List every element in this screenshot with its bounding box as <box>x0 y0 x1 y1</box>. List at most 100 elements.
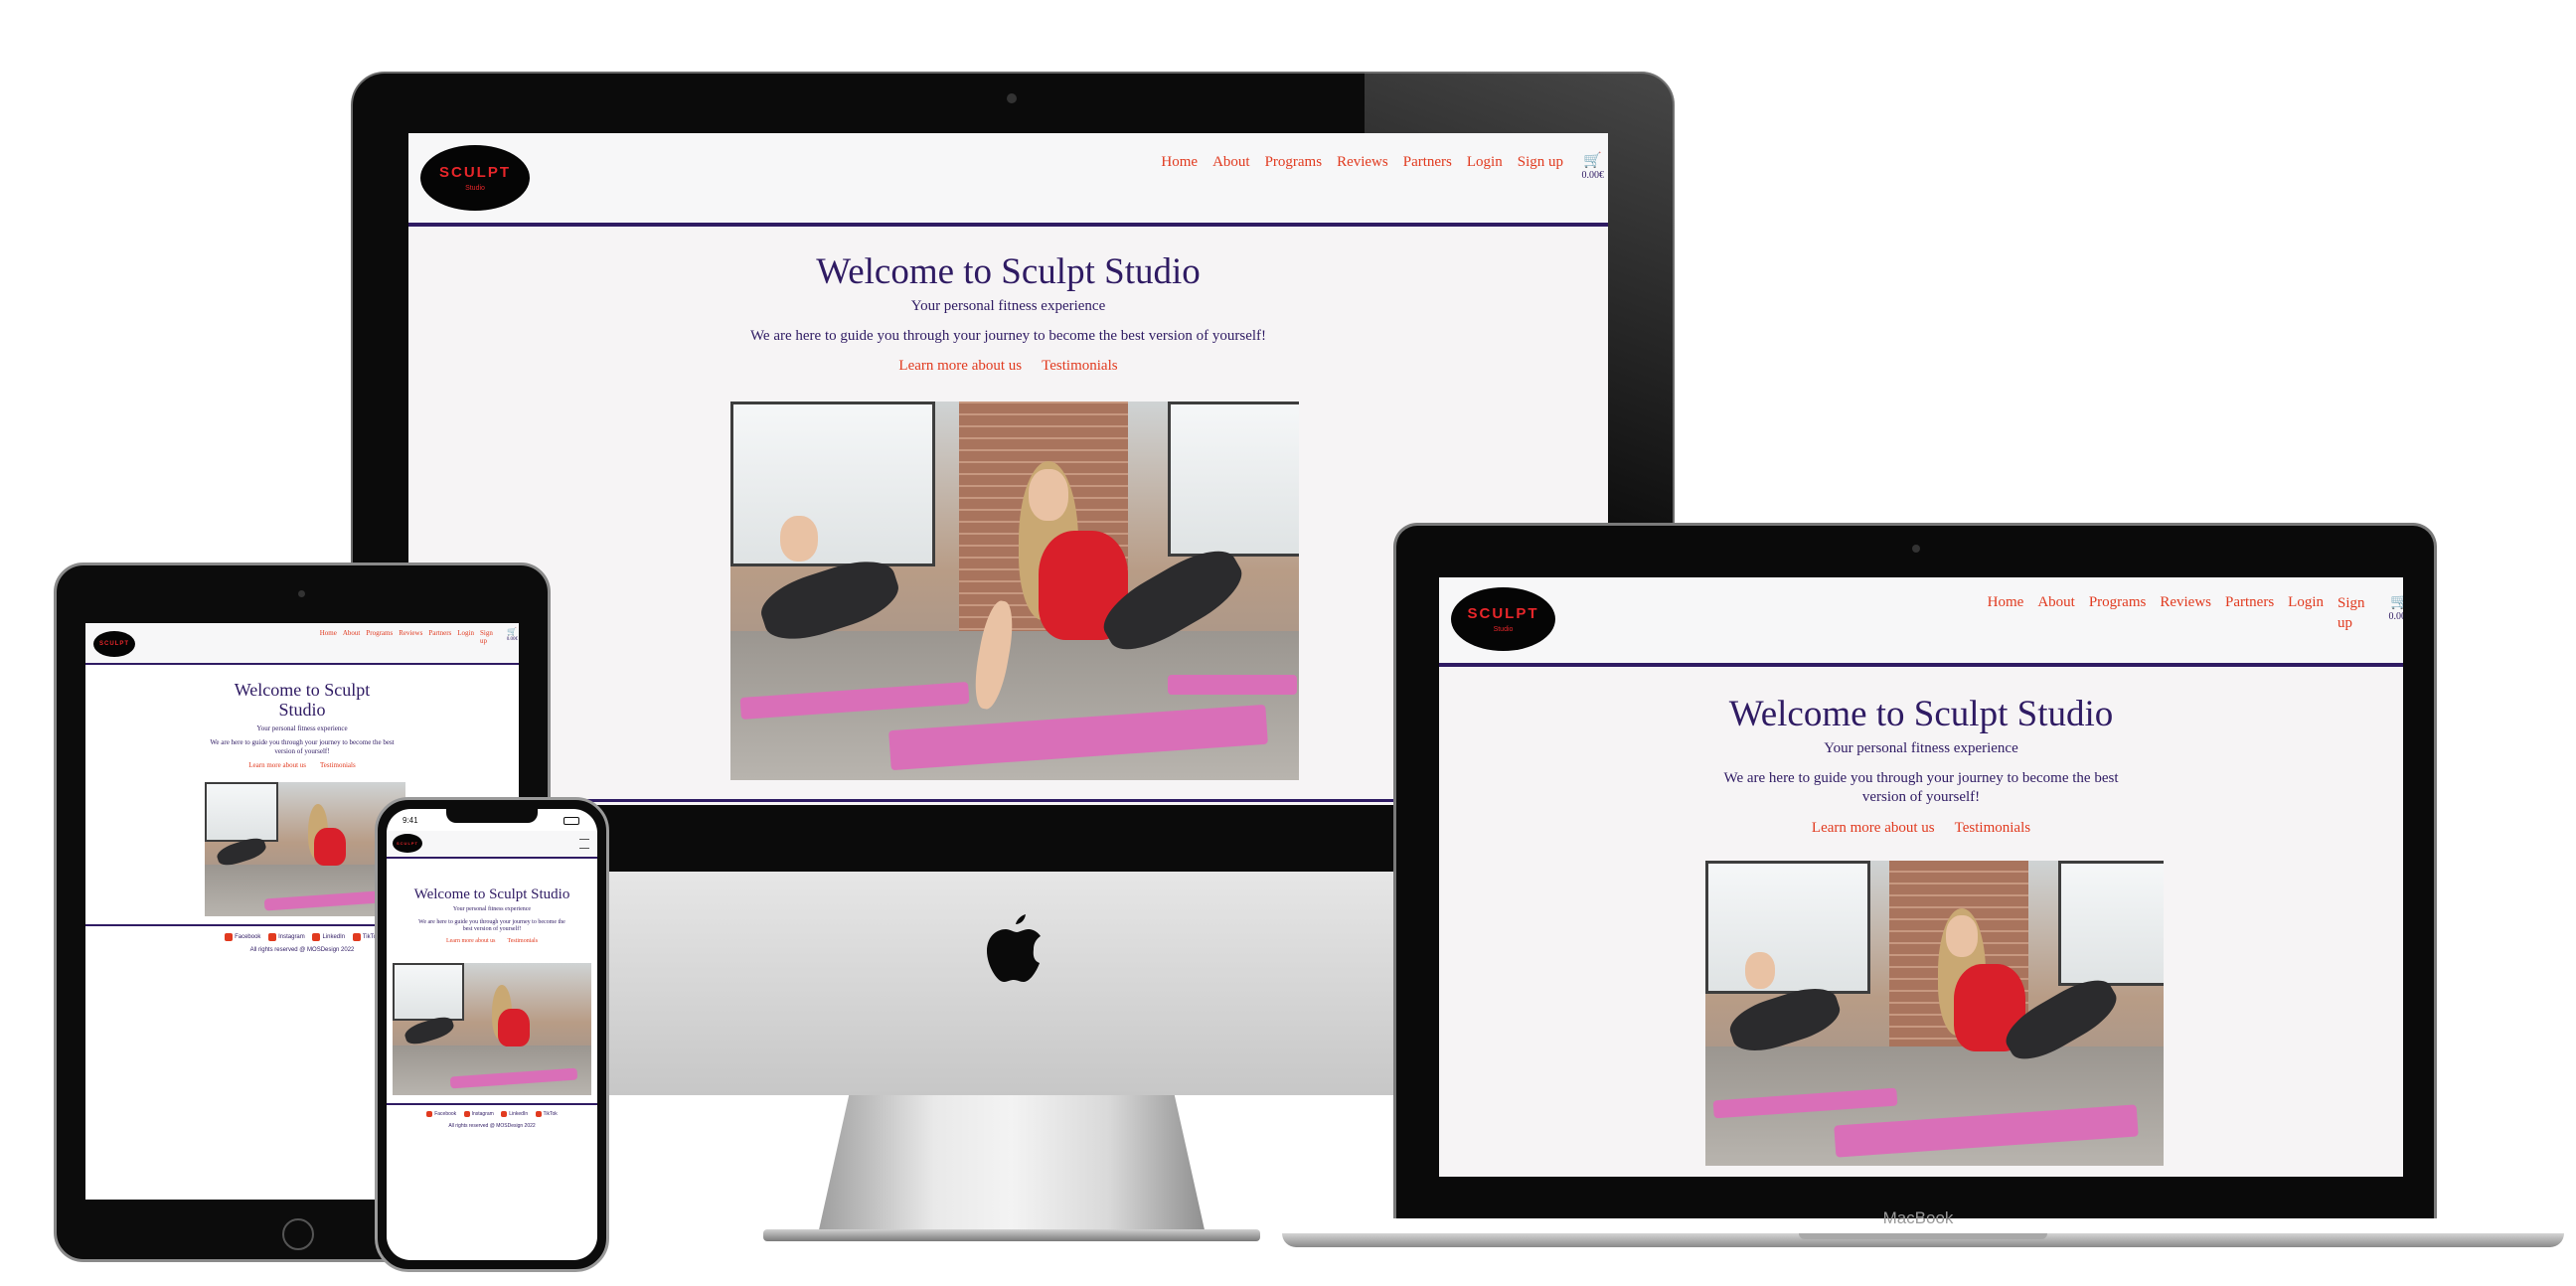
nav-signup[interactable]: Sign up <box>1518 154 1563 171</box>
nav-links: Home About Programs Reviews Partners Log… <box>1988 594 2367 633</box>
page-subtitle: Your personal fitness experience <box>1824 739 2018 756</box>
laptop-screen: SCULPT Studio Home About Programs Review… <box>1439 577 2403 1177</box>
phone-notch <box>446 809 538 823</box>
page-subtitle: Your personal fitness experience <box>452 905 532 912</box>
cart-icon: 🛒 <box>507 627 518 636</box>
cart-button[interactable]: 🛒 0.00€ <box>506 627 518 642</box>
nav-reviews[interactable]: Reviews <box>2160 594 2211 633</box>
hero-image <box>1705 861 2164 1166</box>
learn-more-link[interactable]: Learn more about us <box>1812 820 1935 837</box>
nav-programs[interactable]: Programs <box>1265 154 1323 171</box>
site-navbar: SCULPT Studio Home About Programs Review… <box>408 133 1608 227</box>
testimonials-link[interactable]: Testimonials <box>507 938 538 944</box>
hero-links: Learn more about us Testimonials <box>408 358 1608 375</box>
tablet-home-button[interactable] <box>282 1218 314 1250</box>
nav-login[interactable]: Login <box>2288 594 2324 633</box>
page-title: Welcome to Sculpt Studio <box>234 680 371 720</box>
logo-text: SCULPT <box>439 163 511 181</box>
hamburger-menu-icon[interactable] <box>579 839 589 849</box>
cart-button[interactable]: 🛒 0.00€ <box>2389 594 2404 622</box>
battery-icon <box>564 817 579 825</box>
page-title: Welcome to Sculpt Studio <box>816 251 1201 292</box>
learn-more-link[interactable]: Learn more about us <box>898 358 1022 375</box>
page-description: We are here to guide you through your jo… <box>418 918 565 933</box>
instagram-link[interactable]: Instagram <box>268 933 305 941</box>
copyright: All rights reserved @ MOSDesign 2022 <box>448 1123 536 1129</box>
nav-reviews[interactable]: Reviews <box>399 629 422 645</box>
site-logo[interactable]: SCULPT Studio <box>420 145 530 211</box>
phone-screen: 9:41 SCULPT Welcome to Sculpt Studio You… <box>387 809 597 1260</box>
nav-partners[interactable]: Partners <box>2225 594 2274 633</box>
nav-home[interactable]: Home <box>1161 154 1198 171</box>
instagram-icon <box>268 933 277 941</box>
nav-partners[interactable]: Partners <box>1403 154 1452 171</box>
nav-partners[interactable]: Partners <box>428 629 451 645</box>
nav-signup[interactable]: Sign up <box>2337 594 2367 633</box>
linkedin-icon <box>501 1111 508 1117</box>
laptop-brand-label: MacBook <box>1882 1208 1954 1227</box>
cart-icon: 🛒 <box>2390 594 2403 610</box>
hero-links: Learn more about us Testimonials <box>85 761 519 769</box>
hero-section: Welcome to Sculpt Studio Your personal f… <box>1439 694 2403 837</box>
nav-login[interactable]: Login <box>1467 154 1503 171</box>
testimonials-link[interactable]: Testimonials <box>320 761 356 769</box>
nav-signup[interactable]: Sign up <box>480 629 494 645</box>
imac-stand <box>818 1095 1206 1234</box>
logo-text: SCULPT <box>397 840 418 846</box>
instagram-link[interactable]: Instagram <box>463 1111 494 1117</box>
tablet-camera <box>298 590 305 597</box>
laptop-camera <box>1912 545 1920 553</box>
page-title: Welcome to Sculpt Studio <box>1728 694 2114 734</box>
hero-section: Welcome to Sculpt Studio Your personal f… <box>387 886 597 944</box>
site-logo[interactable]: SCULPT <box>93 631 135 657</box>
tiktok-link[interactable]: TikTok <box>535 1111 558 1117</box>
nav-home[interactable]: Home <box>320 629 337 645</box>
page-description: We are here to guide you through your jo… <box>210 737 395 756</box>
nav-reviews[interactable]: Reviews <box>1337 154 1388 171</box>
site-logo[interactable]: SCULPT Studio <box>1451 587 1555 651</box>
cart-icon: 🛒 <box>1583 153 1603 169</box>
imac-camera <box>1007 93 1017 103</box>
testimonials-link[interactable]: Testimonials <box>1955 820 2030 837</box>
hero-image <box>393 963 591 1095</box>
learn-more-link[interactable]: Learn more about us <box>446 938 495 944</box>
facebook-icon <box>426 1111 433 1117</box>
logo-subtext: Studio <box>465 184 485 192</box>
nav-links: Home About Programs Reviews Partners Log… <box>1161 154 1563 171</box>
linkedin-link[interactable]: LinkedIn <box>312 933 345 941</box>
cart-total: 0.00€ <box>2388 610 2404 622</box>
footer-social: Facebook Instagram LinkedIn TikTok <box>387 1111 597 1119</box>
nav-programs[interactable]: Programs <box>2089 594 2147 633</box>
cart-button[interactable]: 🛒 0.00€ <box>1582 153 1605 181</box>
site-navbar: SCULPT Home About Programs Reviews Partn… <box>85 623 519 665</box>
cart-total: 0.00€ <box>506 636 518 642</box>
hero-links: Learn more about us Testimonials <box>1439 820 2403 837</box>
facebook-link[interactable]: Facebook <box>426 1111 456 1117</box>
tiktok-icon <box>535 1111 542 1117</box>
hero-image <box>730 402 1299 780</box>
page-subtitle: Your personal fitness experience <box>910 297 1106 314</box>
linkedin-icon <box>312 933 321 941</box>
testimonials-link[interactable]: Testimonials <box>1042 358 1117 375</box>
nav-about[interactable]: About <box>343 629 361 645</box>
nav-about[interactable]: About <box>2037 594 2075 633</box>
phone-status-time: 9:41 <box>402 816 418 825</box>
nav-home[interactable]: Home <box>1988 594 2024 633</box>
nav-links: Home About Programs Reviews Partners Log… <box>320 629 494 645</box>
footer-divider <box>387 1103 597 1105</box>
nav-login[interactable]: Login <box>457 629 474 645</box>
facebook-icon <box>225 933 234 941</box>
facebook-link[interactable]: Facebook <box>225 933 260 941</box>
site-logo[interactable]: SCULPT <box>393 834 422 853</box>
linkedin-link[interactable]: LinkedIn <box>501 1111 528 1117</box>
page-description: We are here to guide you through your jo… <box>749 327 1267 344</box>
site-navbar: SCULPT <box>387 831 597 859</box>
hero-section: Welcome to Sculpt Studio Your personal f… <box>85 680 519 769</box>
learn-more-link[interactable]: Learn more about us <box>248 761 306 769</box>
page-title: Welcome to Sculpt Studio <box>413 886 570 902</box>
hero-section: Welcome to Sculpt Studio Your personal f… <box>408 251 1608 375</box>
imac-base <box>763 1229 1260 1241</box>
page-subtitle: Your personal fitness experience <box>256 723 348 732</box>
nav-programs[interactable]: Programs <box>366 629 393 645</box>
nav-about[interactable]: About <box>1212 154 1250 171</box>
